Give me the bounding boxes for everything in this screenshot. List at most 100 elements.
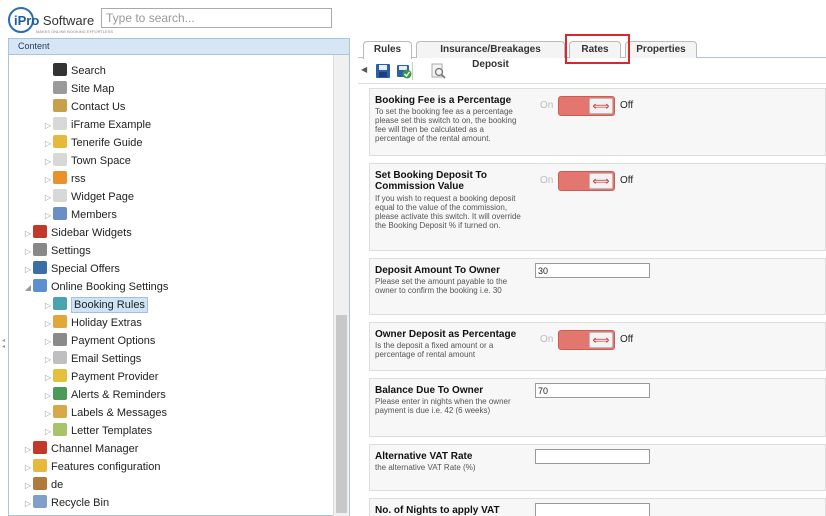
save-publish-icon[interactable]: [396, 63, 412, 79]
content-tree-header: Content: [9, 39, 349, 55]
expand-arrow-icon[interactable]: ▷: [43, 351, 53, 369]
toolbar-separator: [412, 62, 413, 80]
tree-scrollbar[interactable]: [333, 55, 349, 516]
tree-item-label: Email Settings: [71, 353, 142, 365]
on-off-toggle[interactable]: On ⟺ Off: [538, 330, 668, 350]
rules-form: Booking Fee is a Percentage To set the bo…: [369, 88, 826, 516]
expanded-arrow-icon[interactable]: ◢: [23, 279, 33, 297]
python-icon: [33, 261, 47, 274]
tree-item-label: Recycle Bin: [51, 497, 110, 509]
field-input[interactable]: [535, 263, 650, 278]
toggle-switch[interactable]: ⟺: [558, 96, 615, 116]
expand-arrow-icon[interactable]: ▷: [43, 189, 53, 207]
tree-item-label: rss: [71, 173, 86, 185]
form-field-row: Deposit Amount To Owner Please set the am…: [369, 258, 826, 315]
tab-insurance-breakages-deposit[interactable]: Insurance/Breakages Deposit: [416, 41, 565, 70]
tree-item-label: Payment Options: [71, 335, 156, 347]
folder-icon: [33, 459, 47, 472]
tree-scrollbar-thumb[interactable]: [336, 315, 347, 513]
panel-resize-handle[interactable]: ◂ ◂: [2, 338, 6, 362]
expand-arrow-icon[interactable]: ▷: [43, 153, 53, 171]
form-field-row: Booking Fee is a Percentage To set the bo…: [369, 88, 826, 156]
field-input[interactable]: [535, 449, 650, 464]
form-field-row: No. of Nights to apply VAT: [369, 498, 826, 516]
tree-item[interactable]: ▷ Labels & Messages: [43, 404, 167, 422]
tab-properties[interactable]: Properties: [625, 41, 697, 58]
tree-item[interactable]: ▷ Special Offers: [23, 260, 120, 278]
tab-rules[interactable]: Rules: [363, 41, 412, 59]
toggle-switch[interactable]: ⟺: [558, 171, 615, 191]
tree-item[interactable]: ◢ Online Booking Settings: [23, 278, 168, 296]
tree-item[interactable]: ▷ Recycle Bin: [23, 494, 109, 512]
tree-item-label: Town Space: [71, 155, 131, 167]
toggle-arrows-icon[interactable]: ⟺: [589, 332, 613, 348]
search-input[interactable]: [101, 8, 332, 28]
tree-item[interactable]: ▷ Payment Provider: [43, 368, 158, 386]
expand-arrow-icon[interactable]: ▷: [43, 387, 53, 405]
editor-panel: Rules Insurance/Breakages Deposit Rates Pro…: [358, 34, 826, 516]
gear-icon: [33, 243, 47, 256]
expand-arrow-icon[interactable]: ▷: [43, 135, 53, 153]
expand-arrow-icon[interactable]: ▷: [43, 117, 53, 135]
field-title: Balance Due To Owner: [375, 385, 484, 396]
tree-item[interactable]: ▷ Settings: [23, 242, 91, 260]
toggle-switch[interactable]: ⟺: [558, 330, 615, 350]
tree-item[interactable]: ▷ Sidebar Widgets: [23, 224, 132, 242]
tree-item[interactable]: ▷ Letter Templates: [43, 422, 152, 440]
tree-item[interactable]: Site Map: [43, 80, 114, 98]
expand-arrow-icon[interactable]: ▷: [23, 477, 33, 495]
payment-options-icon: [53, 333, 67, 346]
tree-item[interactable]: ▷ iFrame Example: [43, 116, 151, 134]
tree-item[interactable]: ▷ Features configuration: [23, 458, 160, 476]
expand-arrow-icon[interactable]: ▷: [43, 333, 53, 351]
toggle-on-label: On: [540, 175, 554, 186]
field-title: Set Booking Deposit To Commission Value: [375, 170, 488, 192]
expand-arrow-icon[interactable]: ▷: [23, 441, 33, 459]
expand-arrow-icon[interactable]: ▷: [43, 207, 53, 225]
tree-item[interactable]: ▷ Tenerife Guide: [43, 134, 143, 152]
tree-item[interactable]: ▷ Payment Options: [43, 332, 155, 350]
toggle-arrows-icon[interactable]: ⟺: [589, 173, 613, 189]
toggle-off-label: Off: [620, 100, 634, 111]
tree-item[interactable]: ▷ Town Space: [43, 152, 131, 170]
expand-arrow-icon[interactable]: ▷: [43, 315, 53, 333]
collapse-left-icon[interactable]: ◀: [361, 65, 367, 74]
logo-text: iPro Software: [14, 13, 94, 28]
expand-arrow-icon[interactable]: ▷: [23, 243, 33, 261]
expand-arrow-icon[interactable]: ▷: [43, 171, 53, 189]
ipro-logo[interactable]: iPro Software MAKES ONLINE BOOKING EFFOR…: [8, 5, 113, 35]
expand-arrow-icon[interactable]: ▷: [43, 297, 53, 315]
tree-item[interactable]: ▷ Widget Page: [43, 188, 134, 206]
tree-item[interactable]: Search: [43, 62, 106, 80]
save-icon[interactable]: [375, 63, 391, 79]
tree-item[interactable]: ▷ Holiday Extras: [43, 314, 142, 332]
on-off-toggle[interactable]: On ⟺ Off: [538, 171, 668, 191]
form-field-row: Set Booking Deposit To Commission Value I…: [369, 163, 826, 251]
field-description: Please set the amount payable to the own…: [375, 277, 508, 295]
expand-arrow-icon[interactable]: ▷: [43, 369, 53, 387]
tree-item[interactable]: Contact Us: [43, 98, 125, 116]
tree-item[interactable]: ▷ Booking Rules: [43, 296, 148, 314]
toggle-on-label: On: [540, 100, 554, 111]
tree-item[interactable]: ▷ Alerts & Reminders: [43, 386, 166, 404]
members-icon: [53, 207, 67, 220]
expand-arrow-icon[interactable]: ▷: [43, 405, 53, 423]
channel-icon: [33, 441, 47, 454]
field-input[interactable]: [535, 503, 650, 516]
tree-item[interactable]: ▷ Email Settings: [43, 350, 141, 368]
field-input[interactable]: [535, 383, 650, 398]
tree-item[interactable]: ▷ Members: [43, 206, 117, 224]
expand-arrow-icon[interactable]: ▷: [23, 495, 33, 513]
tree-item-label: Search: [71, 65, 106, 77]
tree-item[interactable]: ▷ rss: [43, 170, 86, 188]
expand-arrow-icon[interactable]: ▷: [23, 261, 33, 279]
tree-item[interactable]: ▷ de: [23, 476, 63, 494]
form-field-row: Balance Due To Owner Please enter in nigh…: [369, 378, 826, 437]
expand-arrow-icon[interactable]: ▷: [43, 423, 53, 441]
toggle-arrows-icon[interactable]: ⟺: [589, 98, 613, 114]
preview-icon[interactable]: [430, 63, 446, 79]
expand-arrow-icon[interactable]: ▷: [23, 459, 33, 477]
tree-item[interactable]: ▷ Channel Manager: [23, 440, 138, 458]
on-off-toggle[interactable]: On ⟺ Off: [538, 96, 668, 116]
expand-arrow-icon[interactable]: ▷: [23, 225, 33, 243]
